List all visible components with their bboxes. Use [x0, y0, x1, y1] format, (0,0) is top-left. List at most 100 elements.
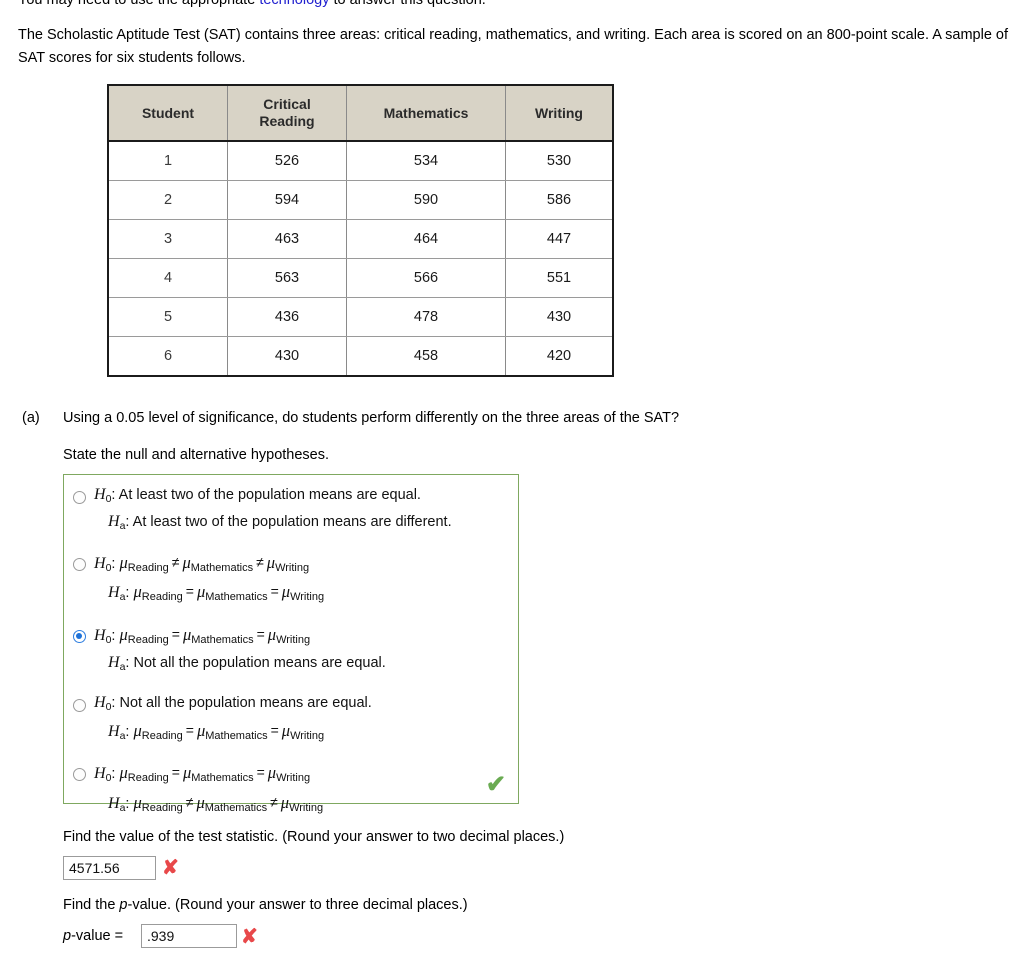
column-header-mathematics: Mathematics — [346, 85, 506, 143]
mu-subscript-mathematics: Mathematics — [205, 729, 268, 742]
cell-student: 5 — [108, 297, 228, 338]
mu-subscript-writing: Writing — [275, 561, 310, 574]
option-5-alt: Ha: μReading ≠ μMathematics ≠ μWriting — [108, 792, 324, 814]
p-value-label: p-value = — [63, 928, 123, 944]
column-header-writing: Writing — [505, 85, 613, 143]
option-3-null-rel-2: = — [256, 625, 265, 642]
h-alt-subscript: a — [119, 801, 126, 814]
option-2-null-rel-2: ≠ — [256, 553, 264, 570]
hypothesis-option-1[interactable]: H0: At least two of the population means… — [64, 486, 518, 532]
test-statistic-incorrect-icon: ✘ — [162, 857, 179, 879]
part-a-question: Using a 0.05 level of significance, do s… — [63, 410, 680, 426]
hypothesis-option-2[interactable]: H0: μReading ≠ μMathematics ≠ μWriting Ha: μ… — [64, 554, 518, 604]
option-4-alt: Ha: μReading = μMathematics = μWriting — [108, 721, 325, 742]
radio-option-1[interactable] — [73, 491, 86, 504]
p-value-label-italic: p — [63, 928, 72, 944]
cell-reading: 563 — [227, 258, 347, 299]
option-5-null-rel-2: = — [256, 764, 265, 781]
mu-subscript-reading: Reading — [127, 633, 169, 646]
p-value-prompt-before: Find the — [63, 897, 120, 913]
table-row: 5 436 478 430 — [108, 297, 613, 338]
p-value-prompt: Find the p-value. (Round your answer to … — [63, 897, 468, 913]
cell-writing: 530 — [505, 141, 613, 182]
technology-notice: You may need to use the appropriate tech… — [18, 0, 486, 8]
option-1-null-text: At least two of the population means are… — [118, 487, 421, 503]
cell-writing: 430 — [505, 297, 613, 338]
mu-subscript-writing: Writing — [289, 801, 324, 814]
part-a-label: (a) — [22, 410, 40, 426]
cell-writing: 420 — [505, 336, 613, 377]
radio-option-2[interactable] — [73, 557, 86, 571]
mu-subscript-mathematics: Mathematics — [191, 772, 254, 785]
test-statistic-input[interactable] — [63, 856, 156, 880]
cell-student: 6 — [108, 336, 228, 377]
p-value-input[interactable] — [141, 924, 237, 948]
cell-student: 3 — [108, 219, 228, 260]
p-value-label-after: -value = — [71, 928, 124, 944]
option-5-alt-rel-2: ≠ — [270, 793, 278, 810]
mu-subscript-reading: Reading — [141, 801, 183, 814]
cell-writing: 551 — [505, 258, 613, 299]
mu-subscript-writing: Writing — [290, 591, 325, 604]
hypothesis-option-5[interactable]: H0: μReading = μMathematics = μWriting Ha: μ… — [64, 764, 518, 814]
cell-mathematics: 458 — [346, 336, 506, 377]
cell-writing: 586 — [505, 180, 613, 221]
hypotheses-options-group: H0: At least two of the population means… — [63, 474, 519, 813]
mu-subscript-writing: Writing — [276, 633, 311, 646]
option-5-null: H0: μReading = μMathematics = μWriting — [94, 763, 311, 785]
h-alt-subscript: a — [119, 661, 126, 674]
sat-scores-table: Student Critical Reading Mathematics Wri… — [107, 84, 614, 378]
option-2-alt: Ha: μReading = μMathematics = μWriting — [108, 582, 325, 604]
option-4-null: H0: Not all the population means are equ… — [94, 694, 372, 714]
p-value-prompt-after: -value. (Round your answer to three deci… — [127, 897, 468, 913]
table-row: 3 463 464 447 — [108, 219, 613, 260]
problem-statement: The Scholastic Aptitude Test (SAT) conta… — [18, 27, 1009, 67]
cell-reading: 430 — [227, 336, 347, 377]
option-1-alt-text: At least two of the population means are… — [132, 513, 452, 530]
table-row: 6 430 458 420 — [108, 336, 613, 377]
h-alt-subscript: a — [119, 729, 126, 742]
p-value-incorrect-icon: ✘ — [241, 926, 258, 948]
option-4-alt-rel-1: = — [185, 721, 194, 738]
cell-student: 1 — [108, 141, 228, 182]
option-4-alt-rel-2: = — [270, 721, 279, 738]
cell-mathematics: 566 — [346, 258, 506, 299]
test-statistic-prompt: Find the value of the test statistic. (R… — [63, 829, 565, 845]
h-null-subscript: 0 — [105, 561, 112, 574]
cell-reading: 463 — [227, 219, 347, 260]
option-2-null: H0: μReading ≠ μMathematics ≠ μWriting — [94, 552, 310, 574]
column-header-student: Student — [108, 85, 228, 143]
option-1-null: H0: At least two of the population means… — [94, 486, 421, 505]
p-value-prompt-italic: p — [119, 897, 128, 913]
h-alt-subscript: a — [119, 591, 126, 604]
technology-notice-before: You may need to use the appropriate — [18, 0, 260, 8]
h-null-subscript: 0 — [105, 633, 112, 646]
h-null-subscript: 0 — [105, 492, 112, 505]
mu-subscript-reading: Reading — [141, 591, 183, 604]
cell-reading: 526 — [227, 141, 347, 182]
radio-option-5[interactable] — [73, 768, 86, 782]
option-2-alt-rel-1: = — [185, 583, 194, 600]
table-body: 1 526 534 530 2 594 590 586 3 463 464 44… — [108, 141, 613, 377]
option-2-null-rel-1: ≠ — [171, 553, 180, 570]
table-row: 1 526 534 530 — [108, 141, 613, 182]
cell-mathematics: 590 — [346, 180, 506, 221]
cell-reading: 594 — [227, 180, 347, 221]
option-3-alt: Ha: Not all the population means are equ… — [108, 654, 386, 674]
h-alt-subscript: a — [119, 519, 126, 532]
mu-subscript-mathematics: Mathematics — [205, 591, 268, 604]
radio-option-3[interactable] — [73, 629, 86, 643]
mu-subscript-mathematics: Mathematics — [191, 633, 254, 646]
hypothesis-option-3[interactable]: H0: μReading = μMathematics = μWriting Ha: N… — [64, 626, 518, 673]
cell-mathematics: 464 — [346, 219, 506, 260]
option-1-alt: Ha: At least two of the population means… — [108, 512, 452, 532]
mu-subscript-mathematics: Mathematics — [190, 561, 254, 574]
table-row: 4 563 566 551 — [108, 258, 613, 299]
table-header-row: Student Critical Reading Mathematics Wri… — [108, 85, 613, 143]
option-3-null: H0: μReading = μMathematics = μWriting — [94, 624, 311, 646]
hypothesis-option-4[interactable]: H0: Not all the population means are equ… — [64, 694, 518, 742]
cell-student: 4 — [108, 258, 228, 299]
technology-link[interactable]: technology — [259, 0, 329, 8]
radio-option-4[interactable] — [73, 699, 86, 713]
option-4-null-text: Not all the population means are equal. — [119, 695, 372, 712]
